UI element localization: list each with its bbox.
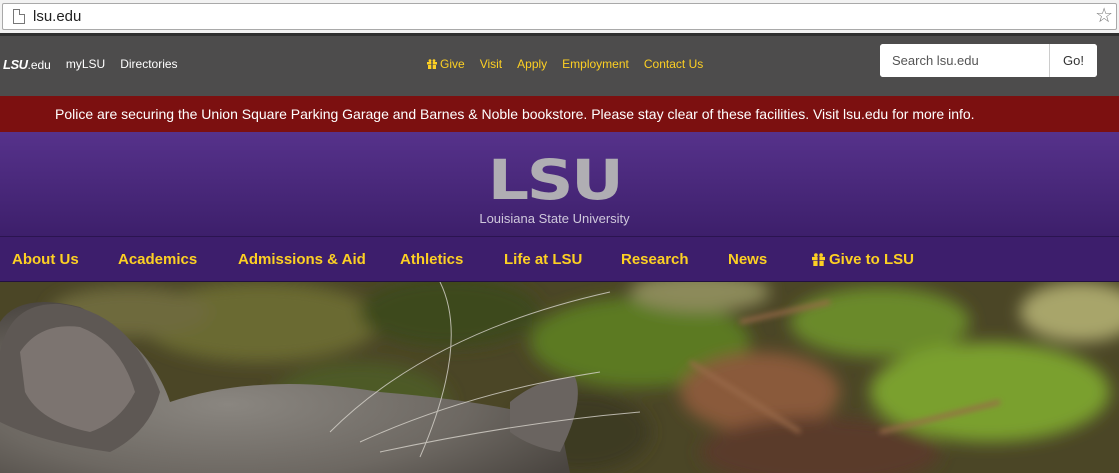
nav-admissions-aid[interactable]: Admissions & Aid [238, 237, 366, 281]
search-go-button[interactable]: Go! [1050, 44, 1097, 77]
nav-academics[interactable]: Academics [118, 237, 197, 281]
lsu-wordmark: LSU [487, 148, 624, 212]
nav-about-us[interactable]: About Us [12, 237, 79, 281]
employment-link[interactable]: Employment [562, 57, 629, 71]
site-header: LSU Louisiana State University [0, 132, 1119, 237]
nav-life-at-lsu[interactable]: Life at LSU [504, 237, 582, 281]
search-input[interactable] [880, 44, 1050, 77]
utility-left-links: LSU .edu myLSU Directories [3, 36, 178, 92]
bookmark-star-icon[interactable]: ☆ [1095, 5, 1113, 27]
lsu-edu-logo-link[interactable]: LSU .edu [3, 57, 51, 72]
alert-text: Police are securing the Union Square Par… [55, 106, 975, 122]
mylsu-link[interactable]: myLSU [66, 57, 105, 71]
nav-news[interactable]: News [728, 237, 767, 281]
browser-address-bar: lsu.edu ☆ [0, 0, 1119, 33]
nav-athletics[interactable]: Athletics [400, 237, 463, 281]
url-box[interactable]: lsu.edu ☆ [2, 3, 1117, 30]
visit-link[interactable]: Visit [480, 57, 502, 71]
page-icon [13, 9, 25, 24]
lsu-logo-mark: LSU [3, 56, 28, 72]
nav-give-to-lsu-label: Give to LSU [829, 250, 915, 268]
nav-give-to-lsu[interactable]: Give to LSU [812, 237, 914, 281]
hero-photo [0, 282, 1119, 473]
give-link-label: Give [440, 57, 465, 71]
hero-image-possum [0, 282, 1119, 473]
university-name: Louisiana State University [479, 211, 630, 226]
gift-icon [427, 59, 437, 69]
utility-center-links: Give Visit Apply Employment Contact Us [427, 36, 703, 92]
give-link[interactable]: Give [427, 57, 465, 71]
url-text[interactable]: lsu.edu [33, 8, 81, 25]
lsu-logo-suffix: .edu [27, 57, 51, 72]
apply-link[interactable]: Apply [517, 57, 547, 71]
site-search: Go! [880, 44, 1097, 77]
main-nav: About Us Academics Admissions & Aid Athl… [0, 237, 1119, 282]
emergency-alert-banner: Police are securing the Union Square Par… [0, 96, 1119, 132]
utility-bar: LSU .edu myLSU Directories Give Visit App… [0, 33, 1119, 96]
contact-us-link[interactable]: Contact Us [644, 57, 703, 71]
lsu-logo[interactable]: LSU Louisiana State University [0, 148, 1109, 227]
gift-icon [812, 252, 825, 266]
nav-research[interactable]: Research [621, 237, 689, 281]
directories-link[interactable]: Directories [120, 57, 177, 71]
